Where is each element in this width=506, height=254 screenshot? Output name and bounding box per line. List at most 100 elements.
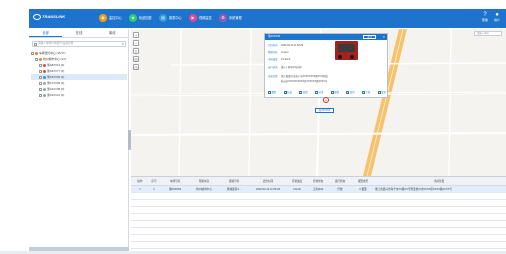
nav-item-track[interactable]: ◈ 轨迹回放 bbox=[129, 13, 152, 22]
tree-node[interactable]: 浙A3XX21 (0) bbox=[31, 92, 127, 98]
nav-label: 报表中心 bbox=[169, 16, 182, 20]
follow-button[interactable]: 关注 bbox=[363, 35, 376, 39]
vehicle-plate-label[interactable]: 浙A5XX69 bbox=[315, 108, 334, 113]
folder-icon bbox=[35, 51, 38, 55]
help-button[interactable]: ? 帮助 bbox=[482, 12, 488, 24]
nav-item-report[interactable]: ▤ 报表中心 bbox=[159, 13, 182, 22]
checkbox[interactable] bbox=[39, 69, 42, 73]
tree-node-label: 浙A7XX09 (0) bbox=[47, 81, 65, 85]
logo-text: TRANSLINK bbox=[42, 14, 66, 19]
table-header: 操作 序号 车牌号码 所属车队 终端号码 定位时间 行驶速度 行驶状态 运行状态… bbox=[131, 177, 506, 186]
tree-node-label: 浙A3XX21 (0) bbox=[47, 93, 65, 97]
table-cell: 浙A5XX69 bbox=[168, 188, 182, 191]
report-icon: ▤ bbox=[159, 13, 167, 22]
checkbox[interactable] bbox=[39, 81, 42, 85]
checkbox[interactable] bbox=[39, 93, 42, 97]
nav-label: 监控中心 bbox=[109, 16, 122, 20]
logo-icon bbox=[33, 13, 41, 20]
track-icon: ◈ bbox=[129, 13, 137, 22]
nav-item-video[interactable]: ▶ 视频监控 bbox=[189, 13, 212, 22]
table-cell: 0 报警 bbox=[359, 188, 367, 191]
table-cell: 浙江省嘉兴市海宁市XX路XX号附近杭州市XXXX区XXXX路XXXX号 bbox=[375, 188, 452, 191]
field-value: Xxxxxx bbox=[281, 51, 289, 54]
popup-field: 所属车队 Xxxxxx bbox=[268, 50, 289, 54]
vehicle-search-input[interactable]: 请输入车牌号/终端号/设备名称 ⌕ bbox=[32, 41, 126, 47]
action-listen[interactable]: 监听 bbox=[346, 90, 355, 95]
field-key: 当前速度 bbox=[268, 58, 278, 61]
action-video[interactable]: 视频 bbox=[330, 90, 339, 95]
col-header[interactable]: 操作 bbox=[133, 177, 147, 186]
action-intercom[interactable]: 对讲 bbox=[315, 90, 323, 95]
action-photo[interactable]: 拍照 bbox=[299, 90, 308, 95]
table-row bbox=[131, 242, 506, 249]
vehicle-icon bbox=[43, 81, 46, 85]
checkbox[interactable] bbox=[39, 75, 42, 79]
action-more[interactable]: 更多 bbox=[377, 90, 386, 95]
nav-item-settings[interactable]: ⚙ 系统管理 bbox=[219, 13, 242, 22]
tab-online[interactable]: 在线 bbox=[62, 29, 95, 37]
action-track[interactable]: 跟踪 bbox=[268, 90, 276, 95]
popup-plate: 浙A5XX69 bbox=[268, 35, 281, 38]
close-icon[interactable]: × bbox=[383, 34, 385, 40]
map-search-placeholder: 请输入地址 bbox=[477, 32, 489, 35]
tab-offline[interactable]: 离线 bbox=[96, 29, 129, 37]
vehicle-icon bbox=[43, 93, 46, 97]
tab-all[interactable]: 全部 bbox=[29, 29, 63, 37]
col-header[interactable]: 行驶状态 bbox=[307, 177, 329, 186]
zoom-out-button[interactable]: − bbox=[133, 40, 139, 46]
popup-header: 浙A5XX69 关注 × bbox=[265, 34, 387, 40]
table-row bbox=[131, 200, 506, 207]
search-placeholder: 请输入车牌号/终端号/设备名称 bbox=[38, 42, 74, 45]
action-label: 跟踪 bbox=[271, 91, 277, 94]
locate-icon[interactable]: ◎ bbox=[133, 56, 139, 62]
col-header[interactable]: 终端号码 bbox=[219, 177, 249, 186]
action-label: 监听 bbox=[349, 91, 355, 94]
col-header[interactable]: 序号 bbox=[147, 177, 161, 186]
map-search-input[interactable]: 请输入地址 bbox=[474, 31, 502, 36]
monitor-icon: ◉ bbox=[99, 13, 107, 22]
table-row bbox=[131, 228, 506, 235]
col-header[interactable]: 定位时间 bbox=[249, 177, 287, 186]
col-header[interactable]: 车牌号码 bbox=[161, 177, 189, 186]
vehicle-marker-icon[interactable]: ● bbox=[323, 97, 329, 103]
col-header[interactable]: 行驶速度 bbox=[287, 177, 307, 186]
vehicle-icon bbox=[43, 63, 46, 67]
clock-icon[interactable]: ◷ bbox=[133, 64, 139, 70]
popup-field: 定位时间 2020-02-12 11:53:29 bbox=[268, 43, 303, 47]
table-row bbox=[131, 207, 506, 214]
action-label: 视频 bbox=[334, 91, 339, 94]
popup-field: 当前速度 0.0 km/h bbox=[268, 57, 290, 61]
app-logo[interactable]: TRANSLINK bbox=[33, 12, 77, 22]
col-header[interactable]: 运行状态 bbox=[329, 177, 351, 186]
field-value: 0.0 km/h bbox=[281, 58, 291, 61]
help-label: 帮助 bbox=[482, 18, 489, 22]
popup-field: 当前位置 浙江省嘉兴市海宁市XXXXXXXX路XX号附近 bbox=[268, 74, 328, 78]
video-icon: ▶ bbox=[189, 13, 197, 22]
action-label: 轨迹 bbox=[287, 91, 292, 94]
action-playback[interactable]: 轨迹 bbox=[283, 90, 292, 95]
col-header[interactable]: 所属车队 bbox=[189, 177, 219, 186]
tree-tabs: 全部 在线 离线 bbox=[29, 29, 129, 38]
search-icon[interactable]: ⌕ bbox=[122, 42, 124, 46]
popup-field: 杭州市XXXXXXXXXX区XXXXXX路XXXX号 bbox=[268, 79, 327, 83]
popup-field: 运行状态 熄火 | 停车(10分钟) bbox=[268, 65, 302, 69]
tree-node-label: 浙A2XX48 (0) bbox=[47, 87, 65, 91]
table-row[interactable]: □ 1 浙A5XX69 杭州城市中心 浙城运营X... 2020-02-12 1… bbox=[131, 186, 506, 193]
vehicle-tree: 车辆监控中心 (15/17) 杭州城市中心 (4/7) 浙A8XX13 (0) … bbox=[31, 50, 127, 98]
user-button[interactable]: ● 用户 bbox=[494, 12, 500, 24]
zoom-in-button[interactable]: + bbox=[133, 32, 139, 38]
layers-icon[interactable]: ≡ bbox=[133, 48, 139, 54]
checkbox[interactable] bbox=[39, 63, 42, 67]
action-send[interactable]: 下发 bbox=[362, 90, 370, 95]
checkbox[interactable] bbox=[39, 87, 42, 91]
col-header[interactable]: 当前位置 bbox=[375, 177, 503, 186]
checkbox[interactable] bbox=[31, 51, 34, 55]
settings-icon: ⚙ bbox=[219, 13, 227, 22]
action-label: 对讲 bbox=[318, 91, 324, 94]
checkbox[interactable] bbox=[35, 57, 38, 61]
select-all-checkbox[interactable] bbox=[34, 43, 37, 46]
nav-label: 系统管理 bbox=[229, 16, 242, 20]
col-header[interactable]: 报警类型 bbox=[351, 177, 375, 186]
nav-item-monitor[interactable]: ◉ 监控中心 bbox=[99, 13, 122, 22]
row-checkbox[interactable]: □ bbox=[133, 186, 147, 193]
